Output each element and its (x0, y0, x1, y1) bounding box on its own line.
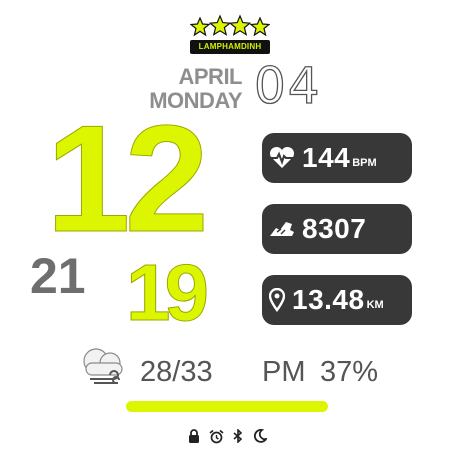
status-icons (182, 427, 272, 445)
stars-icon (190, 14, 270, 37)
moon-icon (252, 428, 268, 444)
distance-pill[interactable]: 13.48 KM (262, 275, 412, 325)
brand-text: LAMPHAMDINH (190, 40, 270, 54)
lock-icon (186, 428, 202, 444)
distance-unit: KM (366, 299, 384, 311)
day-of-month: 04 (253, 57, 322, 115)
temperature-range: 28/33 (140, 356, 213, 388)
shoe-icon (262, 218, 302, 240)
heart-rate-unit: BPM (352, 157, 377, 169)
heart-rate-pill[interactable]: 144 BPM (262, 133, 412, 183)
brand-logo: LAMPHAMDINH (190, 14, 270, 56)
steps-pill[interactable]: 8307 (262, 204, 412, 254)
distance-value: 13.48 (292, 284, 365, 315)
steps-value: 8307 (302, 213, 367, 244)
bluetooth-icon (230, 428, 246, 444)
heart-rate-icon (262, 146, 302, 170)
seconds-digits: 21 (30, 248, 86, 304)
minute-digits: 19 (126, 248, 210, 338)
alarm-icon (208, 428, 224, 444)
hour-digits: 12 (45, 94, 209, 265)
month-label: APRIL (178, 64, 243, 89)
ampm-label: PM (262, 356, 306, 388)
location-pin-icon (262, 288, 292, 312)
heart-rate-value: 144 (302, 142, 351, 173)
battery-percent: 37% (320, 356, 379, 388)
cloudy-wind-icon (80, 345, 128, 387)
battery-bar (126, 401, 328, 412)
